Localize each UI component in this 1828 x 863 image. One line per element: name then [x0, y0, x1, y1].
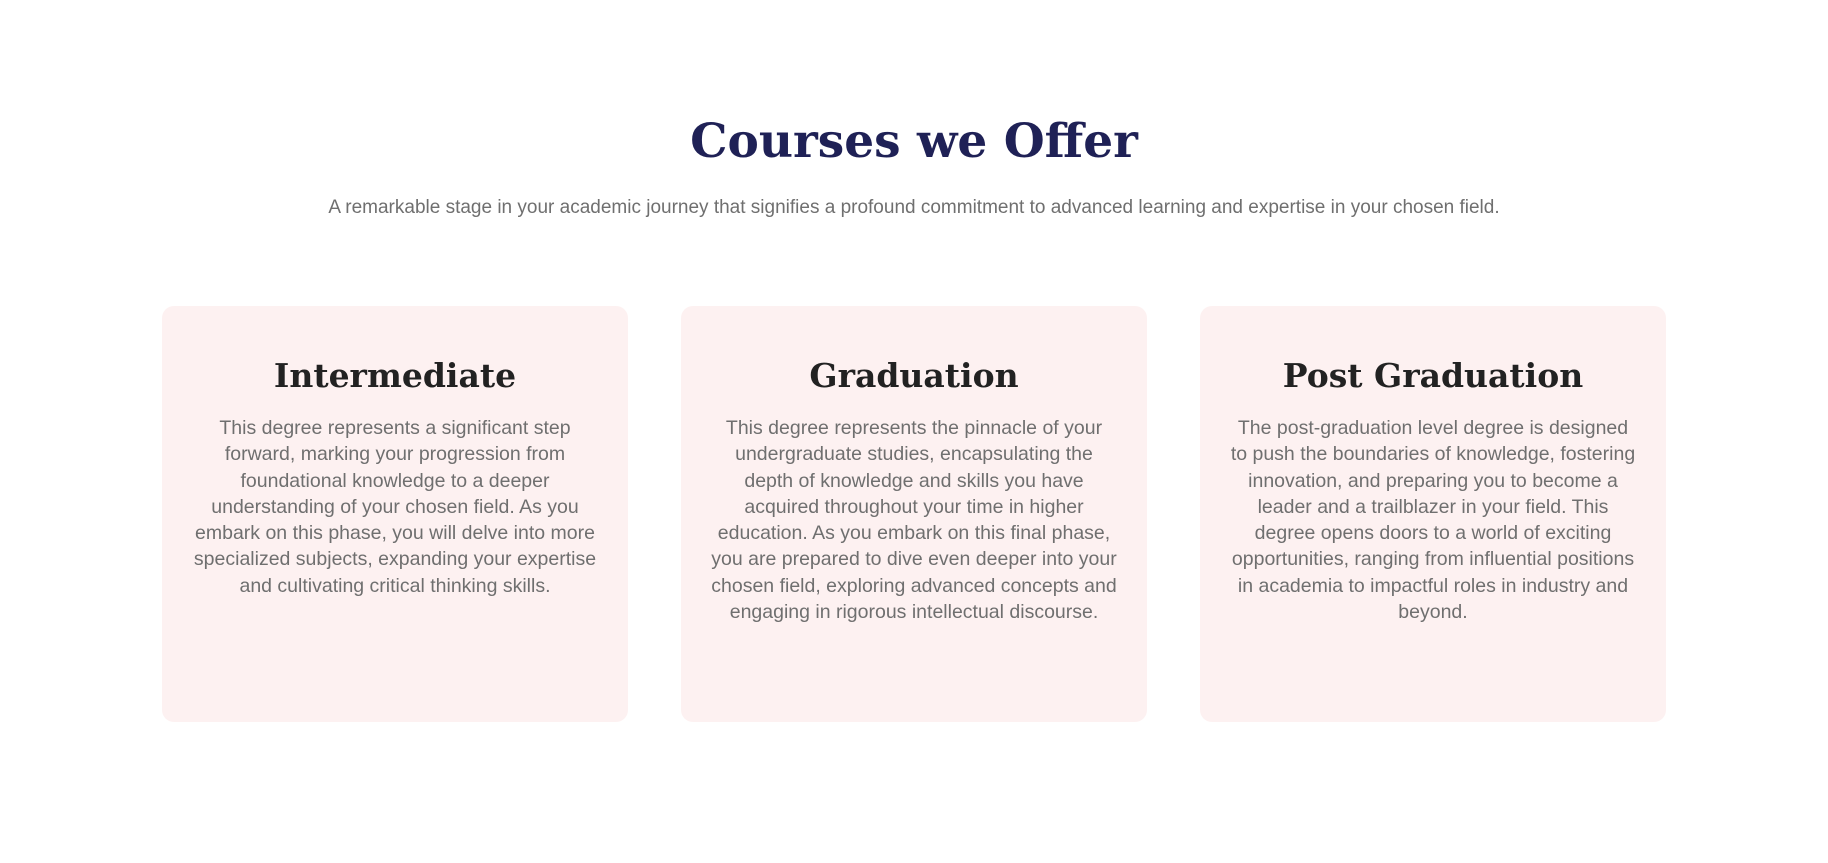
course-card-description: This degree represents a significant ste…: [193, 417, 597, 597]
course-card-graduation: Graduation This degree represents the pi…: [681, 306, 1147, 722]
course-card-description: The post-graduation level degree is desi…: [1230, 417, 1636, 624]
course-card-title: Post Graduation: [1282, 356, 1584, 395]
course-card-intermediate: Intermediate This degree represents a si…: [162, 306, 628, 722]
course-card-title: Intermediate: [273, 356, 517, 395]
course-card-post-graduation: Post Graduation The post-graduation leve…: [1200, 306, 1666, 722]
section-subtitle: A remarkable stage in your academic jour…: [328, 197, 1500, 218]
course-card-title: Graduation: [809, 356, 1019, 395]
course-card-description: This degree represents the pinnacle of y…: [711, 417, 1117, 624]
courses-section: Courses we Offer A remarkable stage in y…: [0, 0, 1828, 863]
section-title: Courses we Offer: [690, 114, 1138, 169]
course-cards: Intermediate This degree represents a si…: [162, 306, 1666, 722]
